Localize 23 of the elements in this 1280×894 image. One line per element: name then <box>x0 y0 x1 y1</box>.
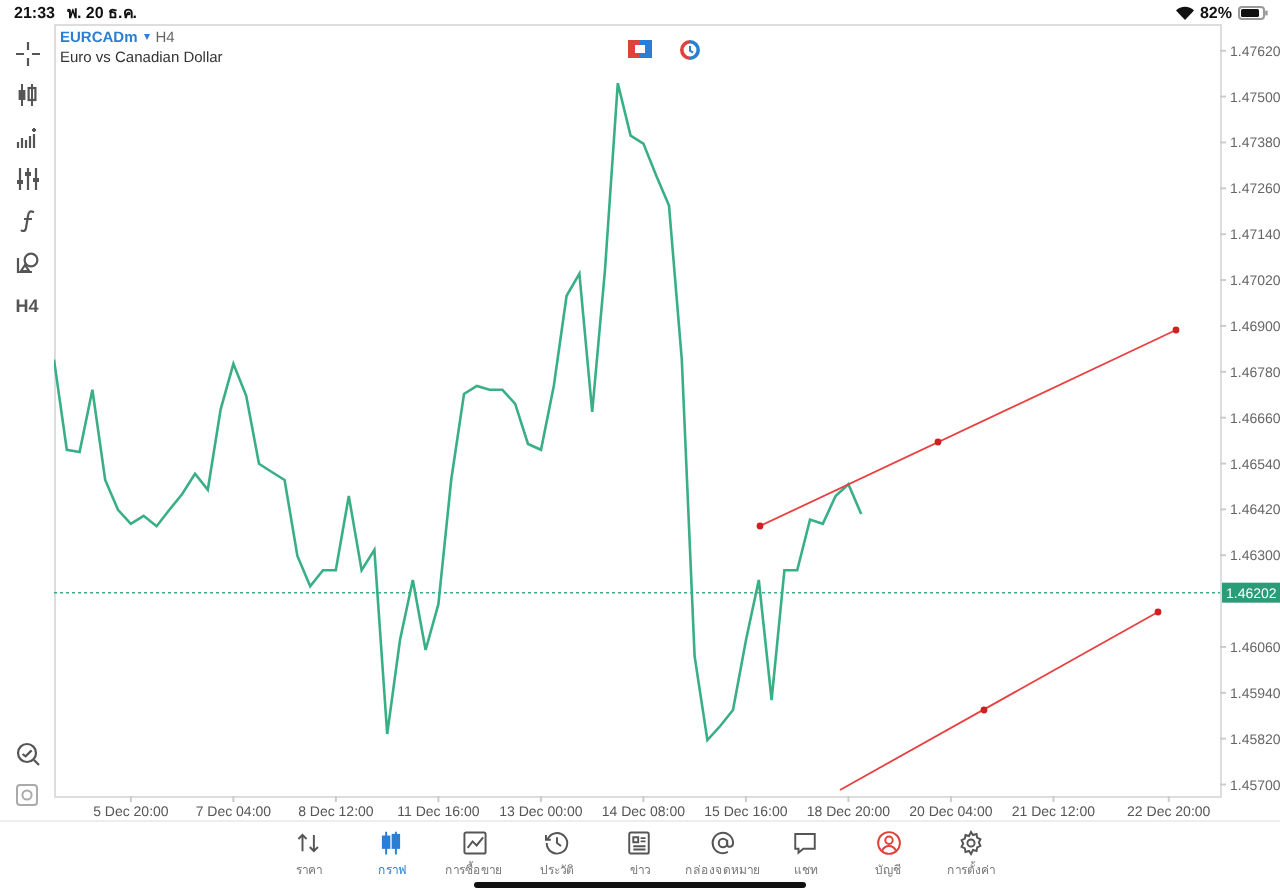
candlestick-icon[interactable] <box>16 84 38 106</box>
sliders-icon[interactable] <box>15 168 39 190</box>
line-chart-icon <box>461 830 488 856</box>
date-text: พ. 20 ธ.ค. <box>66 1 137 25</box>
crosshair-icon[interactable] <box>15 41 39 65</box>
zoom-check-icon[interactable] <box>15 741 39 765</box>
arrows-icon <box>295 830 322 856</box>
indicators-icon[interactable] <box>15 127 39 147</box>
clock-icon[interactable] <box>680 40 700 60</box>
one-click-trading-icon[interactable] <box>628 40 652 58</box>
wifi-icon <box>1175 5 1194 19</box>
function-icon[interactable] <box>19 210 35 232</box>
settings-icon <box>958 830 985 856</box>
at-sign-icon <box>709 830 736 856</box>
newspaper-icon <box>626 830 653 856</box>
candlestick-icon <box>378 830 405 856</box>
clock-time: 21:33 <box>14 3 55 21</box>
chat-bubble-icon <box>792 830 819 856</box>
battery-icon <box>1238 5 1268 19</box>
history-icon <box>544 830 571 856</box>
shapes-icon[interactable] <box>15 252 39 274</box>
timeframe-label[interactable]: H4 <box>15 295 39 315</box>
battery-percent: 82% <box>1199 3 1232 21</box>
